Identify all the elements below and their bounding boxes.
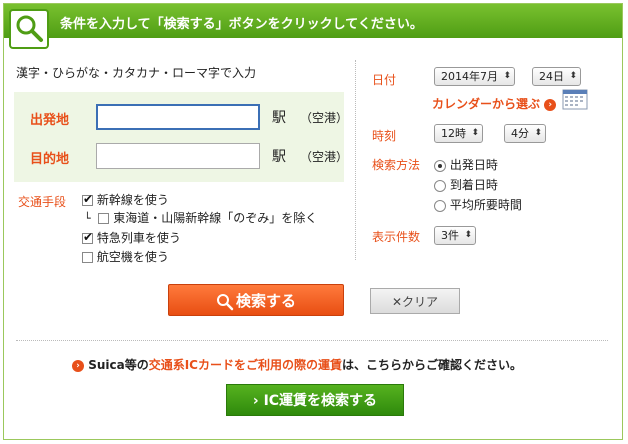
chevron-right-icon: ›: [544, 98, 557, 111]
station-input-area: 出発地 駅 （空港） 目的地 駅 （空港）: [14, 92, 349, 182]
destination-label: 目的地: [30, 152, 70, 167]
method-arrival-label: 到着日時: [449, 178, 498, 192]
search-icon: [9, 9, 49, 49]
calendar-icon[interactable]: [562, 88, 588, 113]
indent-corner-icon: └: [84, 212, 91, 225]
method-average-label: 平均所要時間: [449, 198, 522, 212]
departure-eki-label: 駅: [272, 110, 286, 126]
option-limited-express[interactable]: 特急列車を使う: [82, 229, 181, 246]
destination-eki-label: 駅: [272, 149, 286, 165]
ic-fare-search-label: IC運賃を検索する: [263, 393, 378, 409]
destination-airport-label: （空港）: [300, 150, 349, 164]
month-select[interactable]: 2014年7月: [434, 67, 515, 86]
method-arrival[interactable]: 到着日時: [434, 176, 498, 193]
ic-notice: › Suica等の交通系ICカードをご利用の際の運賃は、こちらからご確認ください…: [72, 356, 522, 373]
minute-select[interactable]: 4分: [504, 124, 546, 143]
column-divider: [355, 60, 357, 260]
departure-input[interactable]: [96, 104, 260, 130]
method-label: 検索方法: [372, 158, 421, 172]
section-divider: [16, 340, 608, 341]
method-arrival-radio[interactable]: [434, 179, 446, 192]
departure-label: 出発地: [30, 113, 70, 128]
header-bar: 条件を入力して「検索する」ボタンをクリックしてください。: [4, 4, 622, 49]
search-button[interactable]: 検索する: [168, 284, 344, 316]
destination-input[interactable]: [96, 143, 260, 169]
limited-express-checkbox[interactable]: [82, 230, 93, 244]
time-label: 時刻: [372, 129, 397, 143]
exclude-nozomi-checkbox[interactable]: [98, 213, 110, 224]
clear-button[interactable]: ✕クリア: [370, 288, 460, 314]
search-button-label: 検索する: [235, 292, 296, 310]
ic-fare-search-button[interactable]: › IC運賃を検索する: [226, 384, 404, 416]
chevron-right-icon: ›: [252, 393, 264, 409]
airplane-checkbox[interactable]: [82, 252, 93, 263]
clear-button-label: クリア: [402, 295, 439, 309]
option-exclude-nozomi[interactable]: └ 東海道・山陽新幹線「のぞみ」を除く: [84, 209, 317, 226]
input-hint: 漢字・ひらがな・カタカナ・ローマ字で入力: [16, 66, 257, 80]
method-departure-radio[interactable]: [434, 159, 446, 172]
notice-part1: Suica等の: [88, 358, 149, 372]
airplane-label: 航空機を使う: [96, 250, 169, 264]
option-airplane[interactable]: 航空機を使う: [82, 248, 169, 265]
chevron-right-icon: ›: [72, 359, 84, 372]
close-icon: ✕: [391, 295, 403, 309]
departure-airport-label: （空港）: [300, 111, 349, 125]
header-title: 条件を入力して「検索する」ボタンをクリックしてください。: [60, 17, 423, 32]
shinkansen-label: 新幹線を使う: [96, 193, 169, 207]
notice-part3: は、こちらからご確認ください。: [341, 358, 522, 372]
date-label: 日付: [372, 73, 397, 87]
notice-link[interactable]: 交通系ICカードをご利用の際の運賃: [149, 358, 342, 372]
hour-select[interactable]: 12時: [434, 124, 483, 143]
method-average[interactable]: 平均所要時間: [434, 196, 522, 213]
method-departure-label: 出発日時: [449, 158, 498, 172]
method-average-radio[interactable]: [434, 199, 446, 212]
transport-label: 交通手段: [18, 195, 67, 209]
method-departure[interactable]: 出発日時: [434, 156, 498, 173]
search-button-icon: [216, 293, 234, 310]
limited-express-label: 特急列車を使う: [96, 231, 181, 245]
day-select[interactable]: 24日: [532, 67, 581, 86]
option-shinkansen[interactable]: 新幹線を使う: [82, 191, 169, 208]
count-label: 表示件数: [372, 230, 421, 244]
count-select[interactable]: 3件: [434, 226, 476, 245]
calendar-link[interactable]: カレンダーから選ぶ ›: [432, 95, 557, 112]
calendar-link-label: カレンダーから選ぶ: [432, 97, 541, 111]
exclude-nozomi-label: 東海道・山陽新幹線「のぞみ」を除く: [113, 211, 318, 225]
shinkansen-checkbox[interactable]: [82, 192, 93, 206]
